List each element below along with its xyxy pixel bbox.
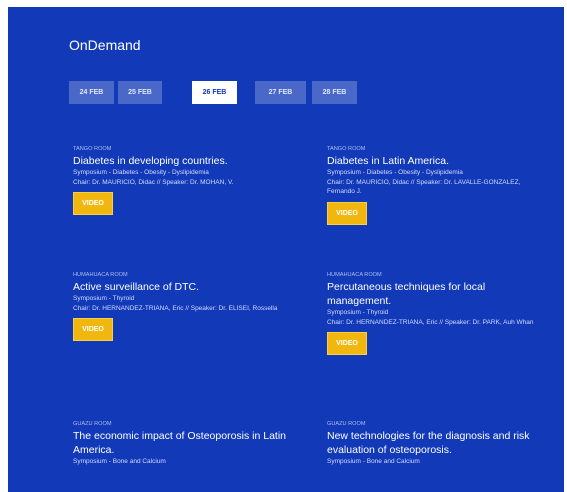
video-button[interactable]: VIDEO <box>327 201 367 225</box>
tab-28-feb[interactable]: 28 FEB <box>312 81 357 104</box>
event-tags: Symposium - Diabetes - Obesity - Dyslipi… <box>327 169 463 176</box>
event-card: TANGO ROOM Diabetes in Latin America. Sy… <box>327 145 564 225</box>
event-speakers: Chair: Dr. HERNANDEZ-TRIANA, Eric // Spe… <box>73 304 278 312</box>
event-speakers: Chair: Dr. MAURICIO, Didac // Speaker: D… <box>73 178 234 186</box>
event-card: HUMAHUACA ROOM Percutaneous techniques f… <box>327 271 564 355</box>
event-title[interactable]: New technologies for the diagnosis and r… <box>327 429 552 457</box>
event-room: HUMAHUACA ROOM <box>73 272 128 278</box>
tab-25-feb[interactable]: 25 FEB <box>118 81 162 104</box>
event-title[interactable]: Diabetes in developing countries. <box>73 154 313 168</box>
ondemand-panel: OnDemand 24 FEB 25 FEB 26 FEB 27 FEB 28 … <box>8 7 564 492</box>
page-title: OnDemand <box>69 37 141 53</box>
event-card: TANGO ROOM Diabetes in developing countr… <box>73 145 313 215</box>
event-title[interactable]: The economic impact of Osteoporosis in L… <box>73 429 303 457</box>
tab-24-feb[interactable]: 24 FEB <box>69 81 114 104</box>
event-room: GUAZU ROOM <box>327 421 366 427</box>
event-title[interactable]: Active surveillance of DTC. <box>73 280 313 294</box>
event-title[interactable]: Diabetes in Latin America. <box>327 154 564 168</box>
video-button[interactable]: VIDEO <box>327 332 367 355</box>
event-tags: Symposium - Bone and Calcium <box>327 458 420 465</box>
video-button[interactable]: VIDEO <box>73 192 113 215</box>
tab-27-feb[interactable]: 27 FEB <box>255 81 306 104</box>
event-tags: Symposium - Diabetes - Obesity - Dyslipi… <box>73 169 209 176</box>
event-card: GUAZU ROOM New technologies for the diag… <box>327 420 564 467</box>
event-speakers: Chair: Dr. HERNANDEZ-TRIANA, Eric // Spe… <box>327 318 534 326</box>
event-speakers: Chair: Dr. MAURICIO, Didac // Speaker: D… <box>327 178 521 196</box>
video-button[interactable]: VIDEO <box>73 318 113 341</box>
event-card: GUAZU ROOM The economic impact of Osteop… <box>73 420 313 467</box>
event-room: HUMAHUACA ROOM <box>327 272 382 278</box>
event-tags: Symposium - Thyroid <box>327 309 389 316</box>
event-tags: Symposium - Bone and Calcium <box>73 458 166 465</box>
event-room: TANGO ROOM <box>327 146 366 152</box>
tab-26-feb[interactable]: 26 FEB <box>192 81 237 104</box>
event-title[interactable]: Percutaneous techniques for local manage… <box>327 280 542 308</box>
event-room: TANGO ROOM <box>73 146 112 152</box>
event-card: HUMAHUACA ROOM Active surveillance of DT… <box>73 271 313 341</box>
event-tags: Symposium - Thyroid <box>73 295 135 302</box>
event-room: GUAZU ROOM <box>73 421 112 427</box>
page: OnDemand 24 FEB 25 FEB 26 FEB 27 FEB 28 … <box>0 0 567 492</box>
